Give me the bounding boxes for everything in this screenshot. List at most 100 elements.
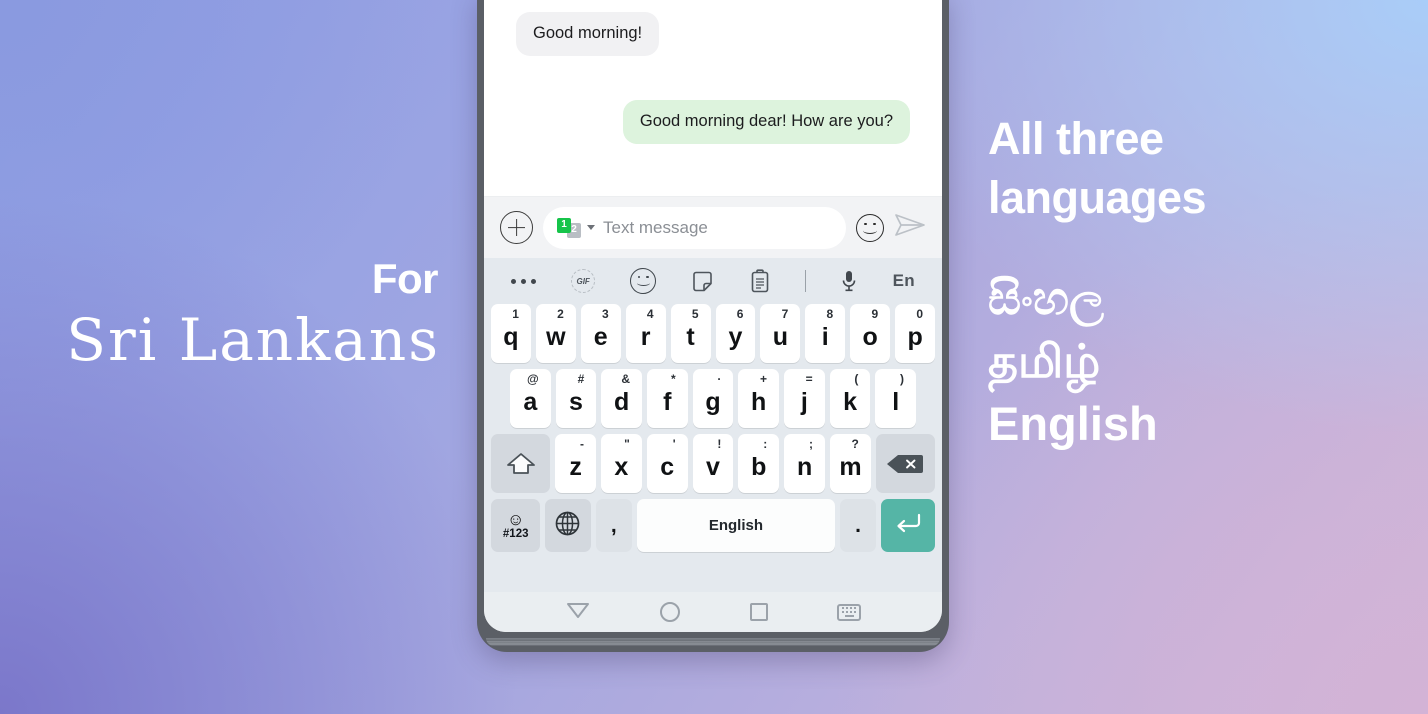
send-icon[interactable]	[894, 212, 926, 243]
enter-key[interactable]	[881, 499, 936, 552]
key-u[interactable]: 7 u	[760, 304, 801, 363]
sim-card-one-label: 1	[557, 217, 571, 233]
emoji-icon[interactable]	[856, 213, 884, 242]
clipboard-icon[interactable]	[750, 269, 770, 293]
key-z[interactable]: - z	[555, 434, 596, 493]
key-h[interactable]: + h	[738, 369, 780, 428]
key-m[interactable]: ? m	[830, 434, 871, 493]
key-f[interactable]: * f	[647, 369, 688, 428]
key-q[interactable]: 1 q	[490, 304, 531, 363]
globe-icon	[554, 510, 581, 542]
key-j-alt: =	[805, 372, 813, 386]
key-c-alt: '	[672, 437, 676, 451]
key-n-label: n	[796, 453, 813, 481]
promo-for-label: For	[371, 255, 439, 302]
toolbar-divider	[804, 270, 807, 292]
key-u-label: u	[772, 323, 788, 351]
symbols-key-label: #123	[502, 527, 529, 540]
period-key-label: .	[855, 514, 861, 537]
home-icon[interactable]	[660, 602, 681, 622]
key-r[interactable]: 4 r	[625, 304, 666, 363]
key-p-alt: 0	[916, 307, 924, 321]
key-v-alt: !	[717, 437, 722, 451]
key-b[interactable]: : b	[738, 434, 780, 493]
emoji-icon[interactable]	[630, 268, 657, 294]
key-p-label: p	[907, 323, 923, 351]
period-key[interactable]: .	[839, 499, 877, 552]
key-d-alt: &	[621, 372, 630, 386]
key-d[interactable]: & d	[601, 369, 642, 428]
language-switch-key[interactable]	[545, 499, 591, 552]
keyboard-row-3: - z " x ' c ! v : b ; n ? m	[488, 434, 938, 493]
key-x[interactable]: " x	[600, 434, 642, 493]
key-o-alt: 9	[871, 307, 879, 321]
shift-key[interactable]	[490, 434, 551, 493]
plus-icon[interactable]	[500, 211, 533, 244]
key-p[interactable]: 0 p	[895, 304, 936, 363]
key-s-alt: #	[577, 372, 585, 386]
key-u-alt: 7	[781, 307, 789, 321]
key-j[interactable]: = j	[784, 369, 825, 428]
key-b-alt: :	[763, 437, 768, 451]
emoji-eye-right	[873, 222, 876, 226]
chevron-down-icon[interactable]	[587, 225, 595, 230]
promo-audience-label: Sri Lankans	[66, 306, 440, 374]
key-o-label: o	[862, 323, 878, 351]
key-y[interactable]: 6 y	[715, 304, 756, 363]
key-f-alt: *	[671, 372, 676, 386]
key-m-alt: ?	[851, 437, 859, 451]
spacebar-key[interactable]: English	[637, 499, 835, 552]
keyboard-language-indicator[interactable]: En	[893, 271, 915, 291]
key-e-alt: 3	[602, 307, 609, 321]
key-q-alt: 1	[512, 307, 519, 321]
key-m-label: m	[839, 453, 862, 481]
key-i-alt: 8	[826, 307, 834, 321]
message-row-incoming: Good morning!	[516, 12, 910, 56]
gif-icon[interactable]: GIF	[571, 269, 596, 293]
key-c-label: c	[660, 453, 675, 481]
microphone-icon[interactable]	[841, 269, 857, 293]
key-t[interactable]: 5 t	[670, 304, 711, 363]
keyboard-row-4: ☺ #123 , English .	[488, 499, 938, 555]
backspace-key[interactable]	[875, 434, 936, 493]
emoji-icon: ☺	[507, 509, 525, 529]
promo-language-list: සිංහල தமிழ் English	[988, 267, 1418, 456]
key-r-label: r	[640, 323, 651, 351]
key-c[interactable]: ' c	[646, 434, 688, 493]
key-n[interactable]: ; n	[784, 434, 826, 493]
key-s[interactable]: # s	[555, 369, 597, 428]
on-screen-keyboard: GIF En 1 q 2 w 3 e 4 r 5 t 6 y 7 u 8 i 9…	[484, 258, 942, 592]
key-z-alt: -	[579, 437, 584, 451]
back-icon[interactable]	[565, 600, 591, 625]
key-e[interactable]: 3 e	[580, 304, 621, 363]
key-i[interactable]: 8 i	[805, 304, 846, 363]
text-message-input[interactable]: 2 1 Text message	[543, 206, 846, 249]
keyboard-row-2: @ a # s & d * f · g + h = j (k) l	[488, 369, 938, 428]
key-k[interactable]: ( k	[829, 369, 871, 428]
comma-key[interactable]: ,	[595, 499, 633, 552]
sticker-icon[interactable]	[691, 270, 714, 293]
key-h-alt: +	[760, 372, 768, 386]
message-composer-bar: 2 1 Text message	[484, 196, 942, 258]
key-l[interactable]: ) l	[875, 369, 917, 428]
key-v[interactable]: ! v	[692, 434, 734, 493]
key-g[interactable]: · g	[692, 369, 734, 428]
comma-key-label: ,	[610, 514, 617, 537]
key-t-label: t	[686, 323, 695, 351]
key-w[interactable]: 2 w	[535, 304, 576, 363]
key-o[interactable]: 9 o	[850, 304, 891, 363]
key-a[interactable]: @ a	[509, 369, 551, 428]
phone-screen: Good morning! Good morning dear! How are…	[484, 0, 942, 632]
more-options-icon[interactable]	[511, 278, 536, 284]
keyboard-toggle-icon[interactable]	[837, 603, 862, 621]
android-navigation-bar	[484, 592, 942, 632]
symbols-key[interactable]: ☺ #123	[491, 499, 541, 552]
recents-icon[interactable]	[749, 603, 768, 621]
emoji-mouth	[863, 227, 877, 234]
key-w-alt: 2	[557, 307, 564, 321]
key-h-label: h	[751, 388, 767, 416]
sim-selector-icon[interactable]: 2 1	[557, 217, 581, 238]
key-e-label: e	[593, 323, 608, 351]
key-a-label: a	[523, 388, 538, 416]
left-promo-copy: For Sri Lankans	[0, 258, 448, 377]
